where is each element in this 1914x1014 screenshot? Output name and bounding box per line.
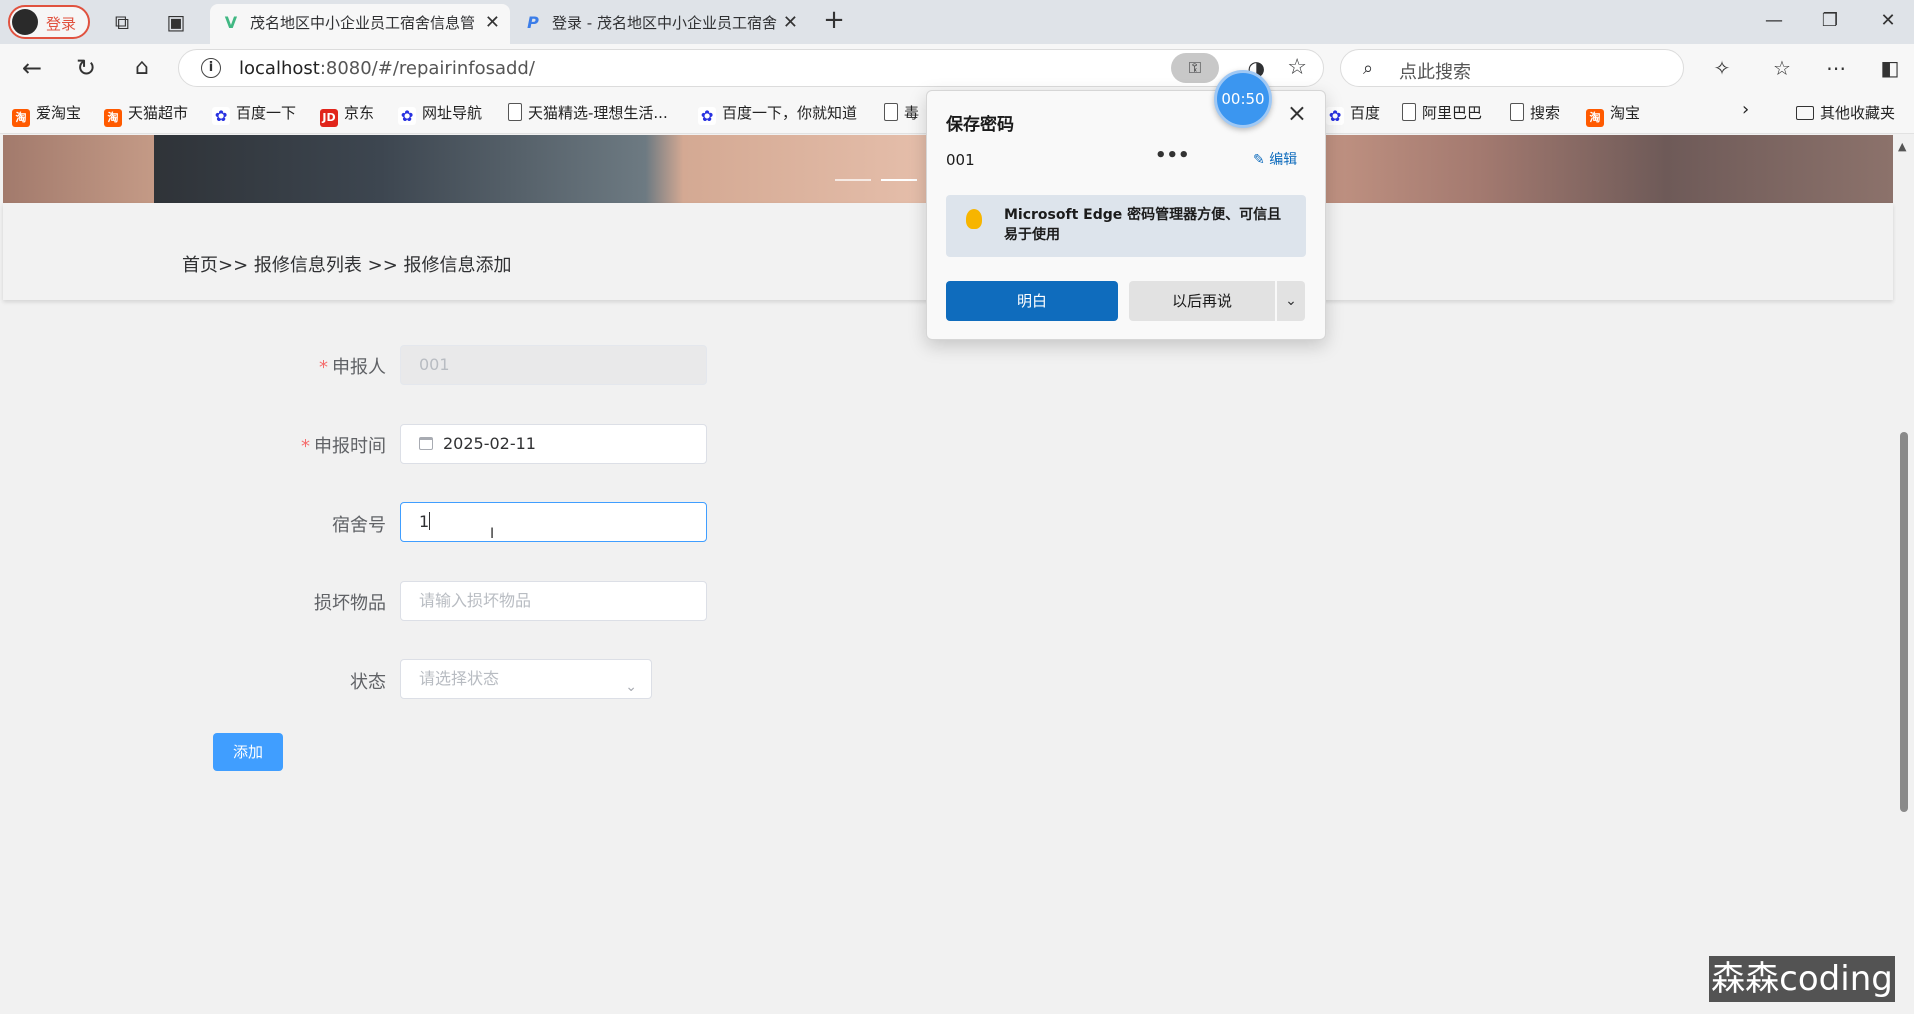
taobao-icon: 淘 — [1586, 109, 1604, 127]
status-label: 状态 — [350, 672, 386, 693]
damaged-item-label: 损坏物品 — [314, 593, 386, 614]
tab-login[interactable]: P 登录 - 茂名地区中小企业员工宿舍 ✕ — [512, 4, 808, 44]
search-icon: ⌕ — [1363, 58, 1374, 79]
scroll-up-icon[interactable]: ▲ — [1898, 140, 1906, 153]
key-icon[interactable]: ⚿ — [1171, 53, 1219, 83]
text-cursor-icon: I — [490, 526, 495, 542]
taobao-icon: 淘 — [12, 109, 30, 127]
pencil-icon: ✎ — [1253, 152, 1270, 168]
chevron-right-icon[interactable]: › — [1742, 99, 1749, 120]
baidu-icon: ✿ — [698, 107, 716, 125]
tip-text: Microsoft Edge 密码管理器方便、可信且易于使用 — [1004, 207, 1282, 243]
page-icon — [1510, 103, 1524, 121]
scrollbar-thumb[interactable] — [1900, 432, 1908, 812]
chevron-down-icon[interactable]: ⌄ — [1277, 281, 1305, 321]
bookmark-item[interactable]: JD 京东 — [320, 102, 374, 127]
search-box[interactable]: ⌕ 点此搜索 — [1340, 49, 1684, 87]
add-button[interactable]: 添加 — [213, 733, 283, 771]
bookmark-item[interactable]: ✿ 百度一下 — [212, 102, 296, 125]
password-manager-tip: Microsoft Edge 密码管理器方便、可信且易于使用 — [946, 195, 1306, 257]
extensions-icon[interactable]: ✧ — [1708, 54, 1736, 82]
address-bar[interactable]: i localhost:8080/#/repairinfosadd/ ⚿ ◑ ☆ — [178, 49, 1324, 87]
recording-timer: 00:50 — [1214, 70, 1272, 128]
minimize-button[interactable]: — — [1754, 6, 1794, 36]
vertical-tabs-icon[interactable]: ▣ — [162, 8, 190, 36]
tab-title: 茂名地区中小企业员工宿舍信息管 — [250, 14, 476, 32]
edit-link[interactable]: ✎ 编辑 — [1253, 149, 1297, 169]
baidu-icon: ✿ — [212, 107, 230, 125]
close-icon[interactable]: ✕ — [783, 12, 798, 33]
favorites-icon[interactable]: ☆ — [1768, 54, 1796, 82]
close-icon[interactable]: ✕ — [485, 12, 500, 33]
page-icon — [884, 103, 898, 121]
lightbulb-icon — [966, 209, 982, 229]
p-icon: P — [527, 13, 539, 32]
bookmark-item[interactable]: 毒 — [884, 102, 919, 123]
taobao-icon: 淘 — [104, 109, 122, 127]
calendar-icon — [419, 437, 433, 450]
chevron-down-icon: ⌄ — [625, 679, 637, 695]
baidu-icon: ✿ — [1326, 107, 1344, 125]
close-icon[interactable]: × — [1287, 99, 1307, 127]
carousel-indicator[interactable] — [835, 179, 871, 181]
workspaces-icon[interactable]: ⧉ — [108, 8, 136, 36]
restore-button[interactable]: ❐ — [1810, 6, 1850, 36]
new-tab-button[interactable]: + — [820, 6, 848, 34]
bookmark-item[interactable]: ✿ 网址导航 — [398, 102, 482, 125]
carousel-indicator[interactable] — [881, 179, 917, 181]
bookmark-item[interactable]: 淘淘宝 — [1586, 102, 1640, 127]
bookmark-item[interactable]: 淘天猫超市 — [104, 102, 188, 127]
report-time-picker[interactable]: 2025-02-11 — [400, 424, 707, 464]
vue-icon: V — [224, 13, 238, 32]
profile-label: 登录 — [46, 15, 77, 33]
bookmark-item[interactable]: 天猫精选-理想生活... — [508, 102, 668, 123]
bookmark-item[interactable]: ✿ 百度 — [1326, 102, 1380, 125]
more-icon[interactable]: ⋯ — [1822, 54, 1850, 82]
avatar — [12, 9, 38, 35]
later-button[interactable]: 以后再说 — [1129, 281, 1275, 321]
window-close-button[interactable]: ✕ — [1868, 6, 1908, 36]
tab-title: 登录 - 茂名地区中小企业员工宿舍 — [552, 14, 777, 32]
refresh-icon[interactable]: ↻ — [72, 54, 100, 82]
more-options-icon[interactable]: ••• — [1155, 145, 1190, 166]
page-icon — [508, 103, 522, 121]
sidebar-icon[interactable]: ◧ — [1876, 54, 1904, 82]
save-password-popup: 保存密码 × 001 ••• ✎ 编辑 Microsoft Edge 密码管理器… — [926, 90, 1326, 340]
favorite-star-icon[interactable]: ☆ — [1287, 55, 1307, 80]
report-time-label: * 申报时间 — [301, 436, 386, 457]
dorm-no-input[interactable]: 1 — [400, 502, 707, 542]
other-bookmarks[interactable]: 其他收藏夹 — [1796, 102, 1895, 123]
tab-repair-add[interactable]: V 茂名地区中小企业员工宿舍信息管 ✕ — [210, 4, 510, 44]
page-icon — [1402, 103, 1416, 121]
status-select[interactable]: 请选择状态 ⌄ — [400, 659, 652, 699]
got-it-button[interactable]: 明白 — [946, 281, 1118, 321]
breadcrumb: 首页>> 报修信息列表 >> 报修信息添加 — [182, 255, 512, 276]
home-icon[interactable]: ⌂ — [128, 54, 156, 82]
folder-icon — [1796, 106, 1814, 120]
profile-button[interactable]: 登录 — [8, 5, 90, 39]
bookmark-item[interactable]: ✿ 百度一下，你就知道 — [698, 102, 857, 125]
bookmark-item[interactable]: 搜索 — [1510, 102, 1560, 123]
baidu-icon: ✿ — [398, 107, 416, 125]
bookmark-item[interactable]: 阿里巴巴 — [1402, 102, 1482, 123]
jd-icon: JD — [320, 109, 338, 127]
bookmark-item[interactable]: 淘爱淘宝 — [12, 102, 81, 127]
search-placeholder: 点此搜索 — [1399, 62, 1471, 83]
saved-username: 001 — [946, 151, 975, 169]
reporter-input: 001 — [400, 345, 707, 385]
info-icon[interactable]: i — [201, 58, 221, 78]
url-text: localhost:8080/#/repairinfosadd/ — [239, 58, 535, 79]
popup-title: 保存密码 — [946, 115, 1014, 135]
back-icon[interactable]: ← — [18, 54, 46, 82]
damaged-item-input[interactable]: 请输入损坏物品 — [400, 581, 707, 621]
dorm-no-label: 宿舍号 — [332, 515, 386, 536]
watermark: 森森coding — [1709, 956, 1895, 1002]
reporter-label: * 申报人 — [319, 357, 386, 378]
